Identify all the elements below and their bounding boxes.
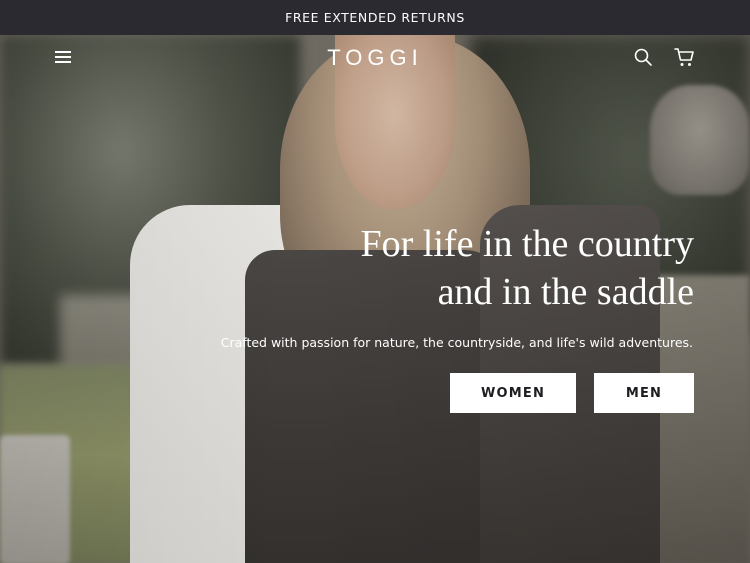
hero-headline: For life in the country and in the saddl…: [174, 220, 694, 316]
shop-men-button[interactable]: MEN: [594, 373, 694, 413]
hero-subheading: Crafted with passion for nature, the cou…: [220, 335, 693, 350]
shop-women-button[interactable]: WOMEN: [450, 373, 576, 413]
cart-icon[interactable]: [673, 46, 695, 68]
shop-men-label: MEN: [625, 385, 663, 401]
search-icon[interactable]: [633, 47, 653, 67]
hero-headline-line-2: and in the saddle: [437, 271, 694, 313]
announcement-text: FREE EXTENDED RETURNS: [285, 10, 465, 25]
announcement-bar: FREE EXTENDED RETURNS: [0, 0, 750, 35]
hero-headline-line-1: For life in the country: [360, 223, 694, 265]
shop-women-label: WOMEN: [480, 385, 546, 401]
